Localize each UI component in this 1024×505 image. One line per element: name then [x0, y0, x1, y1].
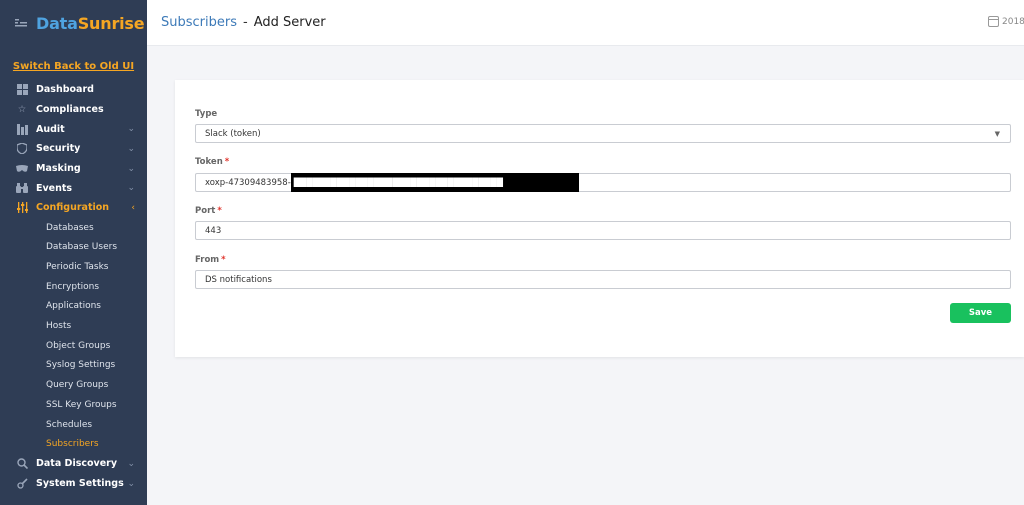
sidebar-subitem-hosts[interactable]: Hosts [0, 316, 147, 336]
dashboard-icon [16, 84, 28, 96]
sidebar-item-label: Dashboard [36, 84, 94, 96]
chevron-down-icon: ⌄ [127, 163, 135, 174]
sidebar-subitem-object-groups[interactable]: Object Groups [0, 336, 147, 356]
masking-icon [16, 163, 28, 175]
sidebar-item-label: System Settings [36, 478, 124, 490]
wrench-icon [16, 478, 28, 490]
sidebar-nav: Dashboard ☆ Compliances Audit ⌄ Security… [0, 80, 147, 493]
sidebar-subitem-ssl-key-groups[interactable]: SSL Key Groups [0, 395, 147, 415]
port-label: Port * [195, 206, 222, 216]
sidebar-item-data-discovery[interactable]: Data Discovery ⌄ [0, 454, 147, 474]
sidebar-item-masking[interactable]: Masking ⌄ [0, 159, 147, 179]
audit-icon [16, 123, 28, 135]
sidebar-subitem-encryptions[interactable]: Encryptions [0, 277, 147, 297]
page-title: Add Server [253, 15, 326, 30]
calendar-icon [988, 16, 999, 27]
sidebar-item-configuration[interactable]: Configuration ‹ [0, 198, 147, 218]
from-value: DS notifications [205, 274, 272, 285]
date-text: 2018- [1002, 16, 1024, 27]
sidebar-subitem-syslog-settings[interactable]: Syslog Settings [0, 356, 147, 376]
chevron-down-icon: ⌄ [127, 478, 135, 489]
binoculars-icon [16, 182, 28, 194]
sidebar-subitem-schedules[interactable]: Schedules [0, 415, 147, 435]
port-value: 443 [205, 225, 222, 236]
sidebar-item-security[interactable]: Security ⌄ [0, 139, 147, 159]
sidebar-subitem-query-groups[interactable]: Query Groups [0, 375, 147, 395]
star-icon: ☆ [17, 104, 27, 116]
token-visible-text: xoxp-47309483958- [205, 177, 291, 188]
page-header: Subscribers - Add Server 2018- [147, 0, 1024, 46]
date-display[interactable]: 2018- [988, 16, 1024, 27]
sidebar-subitem-databases[interactable]: Databases [0, 218, 147, 238]
sidebar-item-audit[interactable]: Audit ⌄ [0, 119, 147, 139]
sidebar-item-label: Security [36, 143, 81, 155]
sidebar-subitem-periodic-tasks[interactable]: Periodic Tasks [0, 257, 147, 277]
sidebar-item-label: Masking [36, 163, 81, 175]
sidebar: DataSunrise Switch Back to Old UI Dashbo… [0, 0, 147, 505]
chevron-down-icon: ⌄ [127, 143, 135, 154]
sidebar-item-label: Events [36, 182, 73, 194]
chevron-down-icon: ⌄ [127, 183, 135, 194]
breadcrumb-subscribers-link[interactable]: Subscribers [161, 15, 237, 30]
sidebar-item-dashboard[interactable]: Dashboard [0, 80, 147, 100]
menu-toggle-icon[interactable] [14, 17, 28, 29]
token-label: Token * [195, 157, 230, 167]
switch-old-ui-link[interactable]: Switch Back to Old UI [0, 60, 147, 74]
sidebar-item-label: Data Discovery [36, 458, 118, 470]
sidebar-item-label: Compliances [36, 104, 104, 116]
add-server-form-card: Type Slack (token) ▼ Token * xoxp-4730948… [175, 80, 1024, 357]
sidebar-subitem-subscribers[interactable]: Subscribers [0, 434, 147, 454]
sidebar-subitem-applications[interactable]: Applications [0, 297, 147, 317]
breadcrumb-separator: - [243, 15, 248, 30]
type-label: Type [195, 109, 218, 119]
required-mark: * [217, 206, 222, 216]
from-input[interactable]: DS notifications [195, 270, 1011, 289]
port-input[interactable]: 443 [195, 221, 1011, 240]
required-mark: * [224, 157, 230, 167]
chevron-down-icon: ⌄ [127, 124, 135, 135]
shield-icon [16, 143, 28, 155]
token-redaction: ██████████████████████████████████ [290, 173, 579, 192]
sidebar-item-label: Configuration [36, 202, 110, 214]
required-mark: * [221, 255, 226, 265]
dropdown-arrow-icon: ▼ [994, 129, 1000, 138]
type-select[interactable]: Slack (token) ▼ [195, 124, 1011, 143]
sidebar-item-events[interactable]: Events ⌄ [0, 178, 147, 198]
chevron-down-icon: ⌄ [127, 458, 135, 469]
token-input[interactable]: xoxp-47309483958- ███████████████████████… [195, 173, 1011, 192]
sidebar-subitem-database-users[interactable]: Database Users [0, 238, 147, 258]
sidebar-item-system-settings[interactable]: System Settings ⌄ [0, 474, 147, 494]
from-label: From * [195, 255, 226, 265]
chevron-left-icon: ‹ [131, 202, 135, 213]
sidebar-item-label: Audit [36, 123, 65, 135]
save-button[interactable]: Save [950, 303, 1011, 323]
app-logo[interactable]: DataSunrise [36, 14, 145, 33]
sidebar-item-compliances[interactable]: ☆ Compliances [0, 100, 147, 120]
sliders-icon [16, 202, 28, 214]
logo-row: DataSunrise [0, 0, 147, 46]
search-icon [16, 458, 28, 470]
type-select-value: Slack (token) [205, 128, 261, 139]
